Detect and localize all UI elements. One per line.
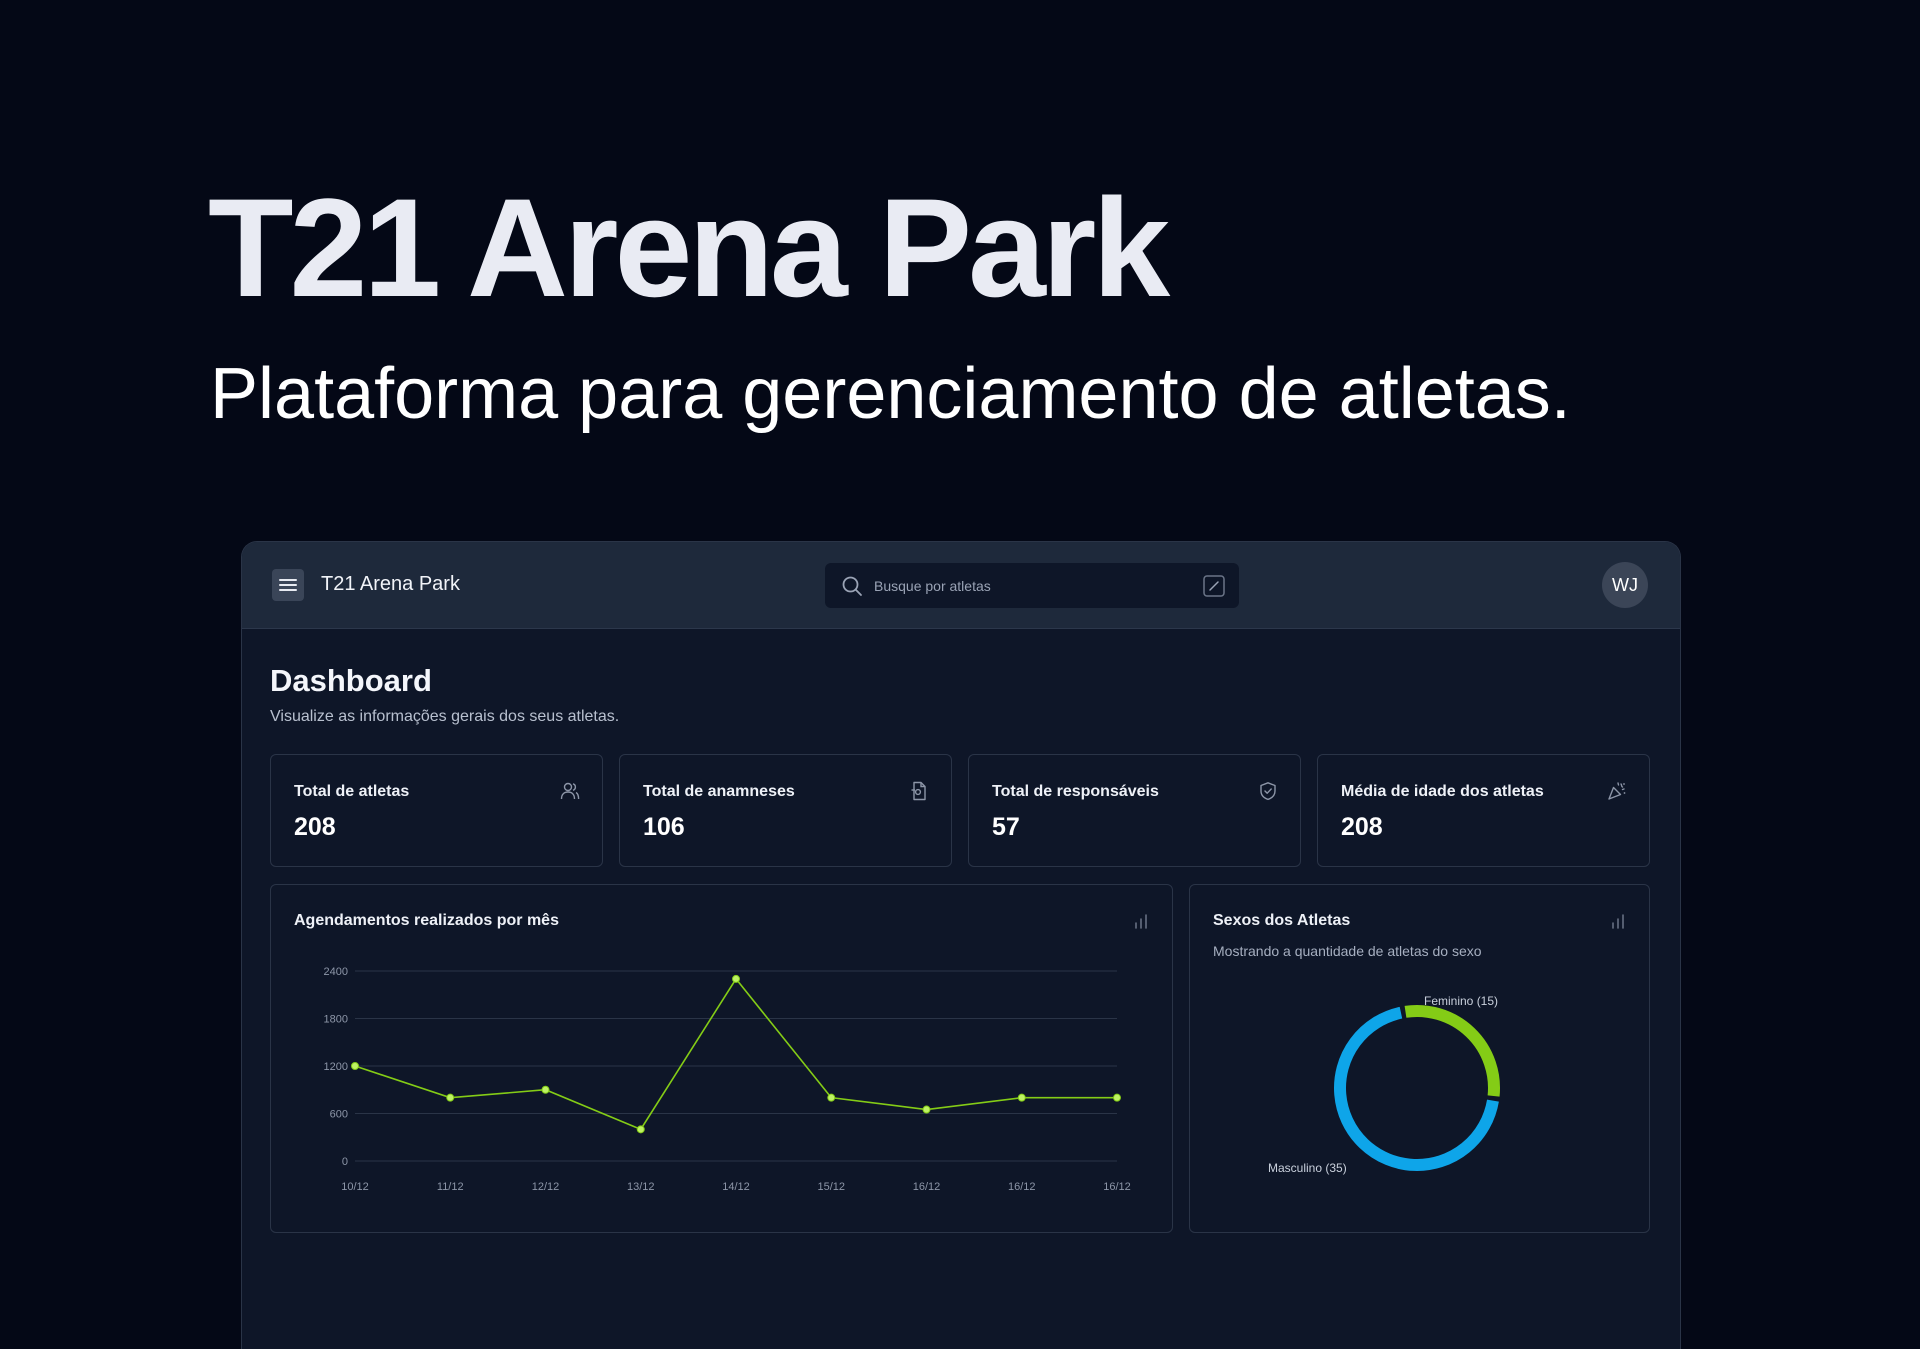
edit-icon[interactable]	[1203, 575, 1225, 597]
stat-card-athletes: Total de atletas 208	[270, 754, 603, 867]
search-icon	[842, 576, 862, 596]
stat-card-average-age: Média de idade dos atletas 208	[1317, 754, 1650, 867]
y-tick-label: 2400	[324, 966, 348, 978]
slice-label: Masculino (35)	[1268, 1161, 1347, 1175]
donut-slice[interactable]	[1404, 1005, 1500, 1097]
sex-chart-panel: Sexos dos Atletas Mostrando a quantidade…	[1189, 884, 1650, 1233]
stat-label: Total de responsáveis	[992, 783, 1159, 800]
stat-label: Média de idade dos atletas	[1341, 783, 1544, 800]
y-tick-label: 1800	[324, 1014, 348, 1026]
top-bar: T21 Arena Park Busque por atletas WJ	[242, 542, 1680, 629]
appointments-chart-panel: Agendamentos realizados por mês 2400 1800…	[270, 884, 1173, 1233]
slice-label: Feminino (15)	[1424, 994, 1498, 1008]
page-title: Dashboard	[270, 663, 432, 698]
donut-chart: Feminino (15) Masculino (35)	[1268, 994, 1500, 1175]
stat-label: Total de atletas	[294, 783, 410, 800]
x-tick-label: 14/12	[722, 1181, 750, 1193]
x-tick-label: 16/12	[1008, 1181, 1036, 1193]
series-line	[354, 977, 1117, 1131]
page-description: Visualize as informações gerais dos seus…	[270, 708, 620, 725]
x-tick-label: 11/12	[437, 1181, 464, 1193]
stat-label: Total de anamneses	[643, 783, 795, 800]
party-popper-icon	[1608, 782, 1626, 800]
app-window: T21 Arena Park Busque por atletas WJ Das…	[241, 541, 1681, 1349]
data-point[interactable]	[827, 1093, 836, 1102]
data-point[interactable]	[922, 1105, 931, 1114]
data-point[interactable]	[636, 1125, 645, 1134]
stat-card-anamneses: Total de anamneses 106	[619, 754, 952, 867]
hero-subtitle: Plataforma para gerenciamento de atletas…	[210, 354, 1571, 434]
y-tick-label: 0	[342, 1156, 348, 1168]
y-tick-label: 1200	[324, 1061, 348, 1073]
avatar[interactable]: WJ	[1602, 562, 1648, 608]
data-point[interactable]	[351, 1062, 359, 1070]
search-placeholder: Busque por atletas	[874, 577, 991, 594]
hero-title: T21 Arena Park	[208, 169, 1170, 326]
stat-value: 208	[294, 813, 336, 841]
document-icon	[911, 781, 926, 801]
stat-value: 57	[992, 813, 1020, 841]
data-point[interactable]	[1113, 1093, 1121, 1102]
stat-value: 106	[643, 813, 685, 841]
data-point[interactable]	[732, 974, 740, 983]
stat-card-guardians: Total de responsáveis 57	[968, 754, 1301, 867]
hamburger-menu-icon	[279, 579, 297, 591]
x-tick-label: 16/12	[913, 1181, 941, 1193]
data-point[interactable]	[446, 1093, 455, 1102]
users-icon	[560, 782, 580, 800]
x-tick-label: 16/12	[1103, 1181, 1131, 1193]
search-input[interactable]: Busque por atletas	[825, 563, 1239, 608]
line-chart: 2400 1800 1200 600 0 10/12 11/12 12/12 13/12 14/1…	[324, 966, 1131, 1193]
data-point[interactable]	[541, 1085, 550, 1094]
data-point[interactable]	[1017, 1093, 1026, 1102]
shield-icon	[1260, 782, 1276, 801]
x-tick-label: 13/12	[627, 1181, 655, 1193]
y-tick-label: 600	[330, 1109, 348, 1121]
x-tick-label: 10/12	[341, 1181, 369, 1193]
x-tick-label: 12/12	[532, 1181, 560, 1193]
stat-value: 208	[1341, 813, 1383, 841]
app-name: T21 Arena Park	[321, 573, 460, 595]
menu-button[interactable]	[272, 569, 304, 601]
x-tick-label: 15/12	[817, 1181, 845, 1193]
